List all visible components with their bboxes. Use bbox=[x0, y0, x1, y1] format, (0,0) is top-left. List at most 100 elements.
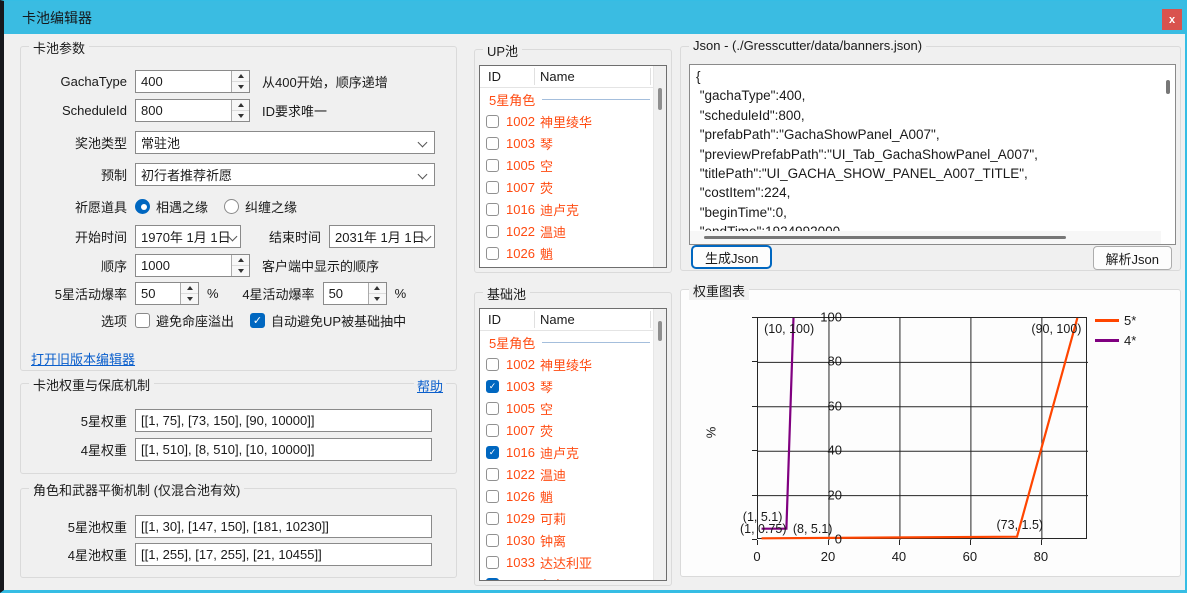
group-weight-chart: 权重图表 % 5*4* 020406080100020406080(10, 10… bbox=[680, 289, 1181, 577]
item-checkbox[interactable] bbox=[486, 556, 499, 569]
rate4-spinner[interactable]: 50 bbox=[323, 282, 387, 305]
spin-up-icon[interactable] bbox=[232, 100, 249, 110]
item-checkbox[interactable] bbox=[486, 490, 499, 503]
checkbox[interactable] bbox=[135, 313, 150, 328]
list-item[interactable]: 1002神里绫华 bbox=[480, 353, 653, 375]
item-checkbox[interactable] bbox=[486, 225, 499, 238]
radio-label: 纠缠之缘 bbox=[245, 197, 297, 216]
list-item[interactable]: 1007荧 bbox=[480, 419, 653, 441]
vertical-scrollbar[interactable] bbox=[1161, 65, 1175, 231]
spin-down-icon[interactable] bbox=[232, 81, 249, 92]
list-item[interactable]: 1026魈 bbox=[480, 485, 653, 507]
item-checkbox[interactable] bbox=[486, 468, 499, 481]
close-icon[interactable]: x bbox=[1162, 9, 1182, 30]
spinner-buttons[interactable] bbox=[231, 255, 249, 276]
list-item[interactable]: ✓1016迪卢克 bbox=[480, 441, 653, 463]
list-item[interactable]: 1033达达利亚 bbox=[480, 551, 653, 573]
list-item[interactable]: 1007荧 bbox=[480, 176, 653, 198]
parse-json-button[interactable]: 解析Json bbox=[1093, 246, 1172, 270]
spinner-buttons[interactable] bbox=[231, 100, 249, 121]
radio-button[interactable] bbox=[224, 199, 239, 214]
up-pool-list[interactable]: ID Name 5星角色 1002神里绫华1003琴1005空1007荧1016… bbox=[479, 65, 667, 268]
wish-item-option[interactable]: 纠缠之缘 bbox=[224, 197, 297, 216]
list-item[interactable]: 1005空 bbox=[480, 154, 653, 176]
item-checkbox[interactable] bbox=[486, 247, 499, 260]
spin-up-icon[interactable] bbox=[232, 71, 249, 81]
spin-up-icon[interactable] bbox=[369, 283, 386, 293]
item-checkbox[interactable]: ✓ bbox=[486, 380, 499, 393]
item-name: 温迪 bbox=[540, 465, 566, 484]
spin-up-icon[interactable] bbox=[232, 255, 249, 265]
list-item[interactable]: 1030钟离 bbox=[480, 529, 653, 551]
spin-down-icon[interactable] bbox=[232, 110, 249, 121]
list-item[interactable]: 1022温迪 bbox=[480, 463, 653, 485]
scrollbar-thumb[interactable] bbox=[1166, 80, 1170, 94]
card-pool-editor-window: 卡池编辑器 x 卡池参数 GachaType 400 从400开始，顺序递增 S… bbox=[0, 0, 1187, 593]
option-checkbox-item[interactable]: 避免命座溢出 bbox=[135, 311, 234, 330]
open-legacy-editor-link[interactable]: 打开旧版本编辑器 bbox=[31, 349, 135, 368]
list-item[interactable]: 1016迪卢克 bbox=[480, 198, 653, 220]
item-checkbox[interactable] bbox=[486, 534, 499, 547]
item-checkbox[interactable] bbox=[486, 424, 499, 437]
vertical-scrollbar[interactable] bbox=[653, 66, 666, 267]
item-checkbox[interactable]: ✓ bbox=[486, 446, 499, 459]
pool5-weight-input[interactable]: [[1, 30], [147, 150], [181, 10230]] bbox=[135, 515, 432, 538]
item-checkbox[interactable] bbox=[486, 402, 499, 415]
spin-down-icon[interactable] bbox=[369, 293, 386, 304]
item-checkbox[interactable] bbox=[486, 115, 499, 128]
group-title: 卡池参数 bbox=[29, 38, 89, 57]
radio-button[interactable] bbox=[135, 199, 150, 214]
json-textarea[interactable]: { "gachaType":400, "scheduleId":800, "pr… bbox=[689, 64, 1176, 245]
spin-up-icon[interactable] bbox=[181, 283, 198, 293]
spinner-buttons[interactable] bbox=[180, 283, 198, 304]
row-prefab: 预制 初行者推荐祈愿 bbox=[21, 162, 450, 186]
checkbox[interactable]: ✓ bbox=[250, 313, 265, 328]
vertical-scrollbar[interactable] bbox=[653, 309, 666, 580]
gacha-type-label: GachaType bbox=[21, 74, 127, 89]
spin-down-icon[interactable] bbox=[232, 265, 249, 276]
item-checkbox[interactable]: ✓ bbox=[486, 578, 499, 581]
list-item[interactable]: ✓1003琴 bbox=[480, 375, 653, 397]
help-link[interactable]: 帮助 bbox=[414, 376, 446, 395]
pool4-weight-input[interactable]: [[1, 255], [17, 255], [21, 10455]] bbox=[135, 543, 432, 566]
begin-time-picker[interactable]: 1970年 1月 1日 bbox=[135, 225, 241, 248]
spinner-buttons[interactable] bbox=[368, 283, 386, 304]
wish-item-option[interactable]: 相遇之缘 bbox=[135, 197, 208, 216]
option-checkbox-item[interactable]: ✓自动避免UP被基础抽中 bbox=[250, 311, 406, 330]
item-checkbox[interactable] bbox=[486, 137, 499, 150]
prefab-select[interactable]: 初行者推荐祈愿 bbox=[135, 163, 435, 186]
list-item[interactable]: 1029可莉 bbox=[480, 507, 653, 529]
generate-json-button[interactable]: 生成Json bbox=[691, 245, 772, 269]
schedule-id-spinner[interactable]: 800 bbox=[135, 99, 250, 122]
pool-type-select[interactable]: 常驻池 bbox=[135, 131, 435, 154]
spinner-buttons[interactable] bbox=[231, 71, 249, 92]
item-checkbox[interactable] bbox=[486, 159, 499, 172]
weight5-input[interactable]: [[1, 75], [73, 150], [90, 10000]] bbox=[135, 409, 432, 432]
item-checkbox[interactable] bbox=[486, 358, 499, 371]
item-checkbox[interactable] bbox=[486, 203, 499, 216]
list-item[interactable]: 1005空 bbox=[480, 397, 653, 419]
rate4-label: 4星活动爆率 bbox=[219, 284, 315, 303]
list-item[interactable]: 1003琴 bbox=[480, 132, 653, 154]
item-id: 1003 bbox=[506, 379, 535, 394]
gacha-type-spinner[interactable]: 400 bbox=[135, 70, 250, 93]
pool-type-label: 奖池类型 bbox=[21, 133, 127, 152]
spin-down-icon[interactable] bbox=[181, 293, 198, 304]
list-item[interactable]: ✓1035七七 bbox=[480, 573, 653, 580]
item-checkbox[interactable] bbox=[486, 512, 499, 525]
weight4-input[interactable]: [[1, 510], [8, 510], [10, 10000]] bbox=[135, 438, 432, 461]
end-time-picker[interactable]: 2031年 1月 1日 bbox=[329, 225, 435, 248]
sort-spinner[interactable]: 1000 bbox=[135, 254, 250, 277]
list-item[interactable]: 1022温迪 bbox=[480, 220, 653, 242]
window-title: 卡池编辑器 bbox=[22, 8, 92, 28]
scrollbar-thumb[interactable] bbox=[658, 321, 662, 341]
item-checkbox[interactable] bbox=[486, 181, 499, 194]
list-item[interactable]: 1026魈 bbox=[480, 242, 653, 264]
horizontal-scrollbar[interactable] bbox=[690, 231, 1161, 244]
rate5-spinner[interactable]: 50 bbox=[135, 282, 199, 305]
group-title: 权重图表 bbox=[689, 281, 749, 300]
list-item[interactable]: 1002神里绫华 bbox=[480, 110, 653, 132]
scrollbar-thumb[interactable] bbox=[704, 236, 1066, 239]
scrollbar-thumb[interactable] bbox=[658, 88, 662, 110]
base-pool-list[interactable]: ID Name 5星角色 1002神里绫华✓1003琴1005空1007荧✓10… bbox=[479, 308, 667, 581]
